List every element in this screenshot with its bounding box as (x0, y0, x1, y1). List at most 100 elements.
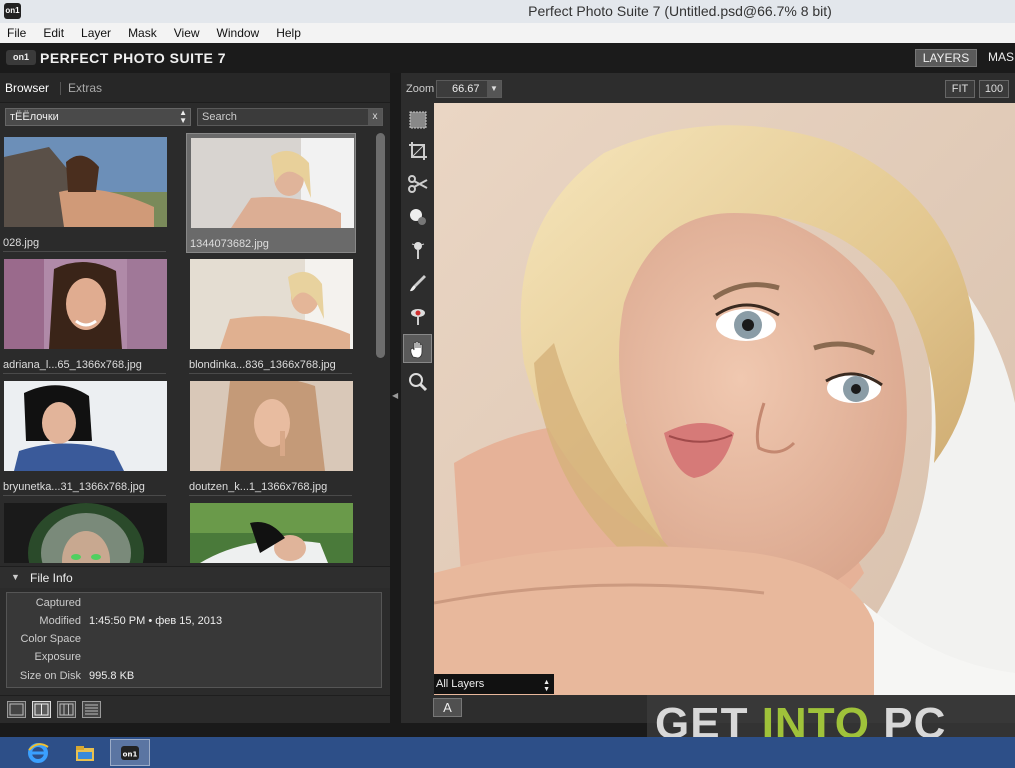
taskbar-ie[interactable] (18, 739, 58, 766)
thumbnail-item[interactable]: doutzen_k...1_1366x768.jpg (186, 377, 356, 497)
layer-select[interactable]: All Layers ▲ ▼ (434, 674, 554, 694)
thumbnail-image (4, 259, 167, 349)
thumbnail-scrollbar[interactable] (374, 131, 388, 563)
menu-window[interactable]: Window (217, 26, 260, 40)
magnifier-icon (408, 372, 427, 391)
thumbnail-item[interactable]: bryunetka...31_1366x768.jpg (0, 377, 170, 497)
search-placeholder: Search (202, 111, 237, 123)
view-two-column-button[interactable] (32, 701, 51, 718)
layers-button[interactable]: LAYERS (915, 49, 977, 67)
tool-zoom[interactable] (403, 367, 432, 396)
fit-button[interactable]: FIT (945, 80, 975, 98)
thumbnail-image (4, 381, 167, 471)
tab-extras[interactable]: Extras (68, 81, 102, 95)
file-info-row: Color Space (7, 631, 383, 649)
tool-crop[interactable] (403, 136, 432, 165)
hand-icon (409, 340, 422, 358)
crop-icon (408, 141, 427, 160)
tab-browser[interactable]: Browser (5, 81, 49, 95)
app-header: on1 PERFECT PHOTO SUITE 7 LAYERS MAS (0, 43, 1015, 73)
search-input[interactable]: Search x (197, 108, 383, 126)
collapse-triangle-icon: ▼ (11, 572, 20, 582)
zoom-bar: Zoom 66.67 ▼ FIT 100 (401, 73, 1015, 103)
tool-scissors[interactable] (403, 169, 432, 198)
tab-separator (60, 82, 61, 95)
scrollbar-thumb[interactable] (376, 133, 385, 358)
view-single-button[interactable] (7, 701, 26, 718)
three-column-icon (59, 703, 74, 716)
clear-search-button[interactable]: x (368, 109, 382, 125)
menu-file[interactable]: File (7, 26, 26, 40)
a-button[interactable]: A (433, 698, 462, 717)
file-info-row: Modified 1:45:50 PM • фев 15, 2013 (7, 613, 383, 631)
thumbnail-name: blondinka...836_1366x768.jpg (189, 359, 336, 371)
divider (3, 495, 166, 496)
file-info-label: Modified (39, 615, 81, 627)
thumbnail-item-selected[interactable]: 1344073682.jpg (186, 133, 356, 253)
portrait-photo (434, 103, 1015, 695)
mask-button[interactable]: MAS (988, 50, 1014, 64)
app-icon: on1 (4, 3, 21, 19)
file-info-row: Size on Disk 995.8 KB (7, 668, 383, 686)
folder-select[interactable]: тЁЁлочки ▲ ▼ (5, 108, 191, 126)
menu-help[interactable]: Help (276, 26, 301, 40)
menu-layer[interactable]: Layer (81, 26, 111, 40)
image-canvas[interactable] (434, 103, 1015, 695)
tool-marquee[interactable] (403, 105, 432, 134)
thumbnail-item[interactable]: blondinka...836_1366x768.jpg (186, 255, 356, 375)
thumbnail-image (4, 503, 167, 563)
collapse-arrow-icon: ◀ (392, 391, 399, 400)
zoom-100-button[interactable]: 100 (979, 80, 1009, 98)
thumbnail-image (190, 503, 353, 563)
file-info-label: Captured (35, 597, 81, 609)
browser-panel: Browser Extras тЁЁлочки ▲ ▼ Search x 028… (0, 73, 390, 723)
thumbnail-item[interactable] (0, 499, 170, 563)
thumbnail-item[interactable]: 028.jpg (0, 133, 170, 253)
divider (3, 373, 166, 374)
file-info-row: Captured (7, 595, 383, 613)
thumbnail-name: doutzen_k...1_1366x768.jpg (189, 481, 328, 493)
thumbnail-name: adriana_l...65_1366x768.jpg (3, 359, 142, 371)
tool-red-eye[interactable] (403, 301, 432, 330)
taskbar-explorer[interactable] (65, 739, 105, 766)
menu-view[interactable]: View (174, 26, 200, 40)
brand-title: PERFECT PHOTO SUITE 7 (40, 50, 227, 66)
thumbnail-name: bryunetka...31_1366x768.jpg (3, 481, 145, 493)
thumbnail-item[interactable]: adriana_l...65_1366x768.jpg (0, 255, 170, 375)
red-eye-icon (410, 308, 425, 325)
thumbnail-image (4, 137, 167, 227)
file-info-title: File Info (30, 571, 73, 585)
panel-tabs: Browser Extras (0, 73, 390, 103)
view-list-button[interactable] (82, 701, 101, 718)
file-info-row: Exposure (7, 649, 383, 667)
zoom-select[interactable]: 66.67 ▼ (436, 80, 502, 98)
folder-icon (76, 745, 94, 761)
brush-icon (409, 274, 426, 291)
retouch-icon (411, 241, 424, 259)
file-info-value: 1:45:50 PM • фев 15, 2013 (89, 615, 223, 627)
file-info-header[interactable]: ▼ File Info (0, 566, 390, 588)
taskbar-on1[interactable]: on1 (110, 739, 150, 766)
file-info-value: 995.8 KB (89, 670, 135, 682)
tool-brush[interactable] (403, 268, 432, 297)
panel-splitter[interactable]: ◀ (390, 73, 401, 723)
thumbnail-item[interactable] (186, 499, 356, 563)
tool-retouch[interactable] (403, 235, 432, 264)
file-info-panel: Captured Modified 1:45:50 PM • фев 15, 2… (6, 592, 382, 688)
zoom-value: 66.67 (452, 83, 480, 95)
thumbnail-name: 028.jpg (3, 237, 40, 249)
tool-hand[interactable] (403, 334, 432, 363)
thumbnail-grid: 028.jpg 1344073682.jpg adriana_l...65_13… (0, 131, 372, 563)
menu-edit[interactable]: Edit (43, 26, 64, 40)
divider (189, 495, 352, 496)
svg-text:on1: on1 (123, 750, 138, 758)
layer-select-value: All Layers (436, 678, 485, 690)
view-three-column-button[interactable] (57, 701, 76, 718)
file-info-label: Color Space (20, 633, 81, 645)
menu-bar: File Edit Layer Mask View Window Help (0, 23, 1015, 43)
tool-masking-brush[interactable] (403, 202, 432, 231)
menu-mask[interactable]: Mask (128, 26, 157, 40)
window-title: Perfect Photo Suite 7 (Untitled.psd@66.7… (528, 3, 832, 19)
internet-explorer-icon (28, 742, 49, 763)
two-column-icon (34, 703, 49, 716)
